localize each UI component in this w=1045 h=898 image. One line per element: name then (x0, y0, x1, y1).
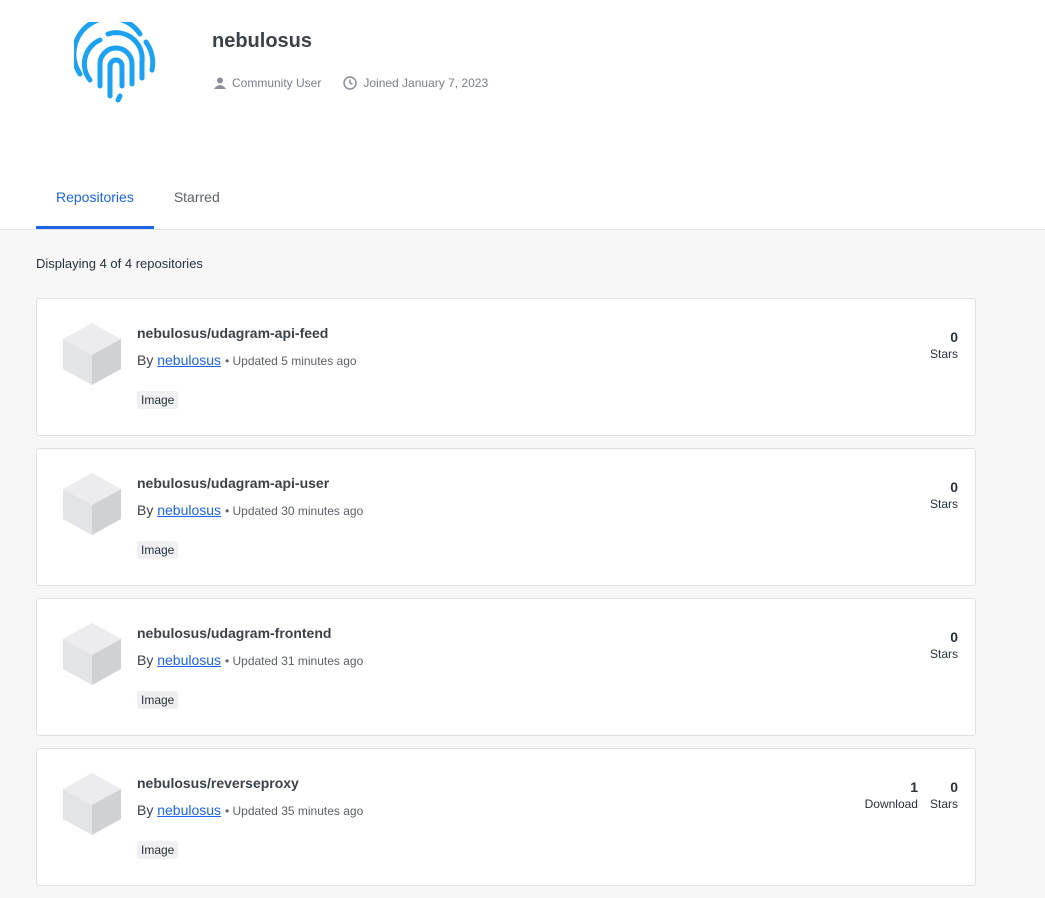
repo-byline: By nebulosus • Updated 35 minutes ago (137, 802, 364, 818)
tabs: Repositories Starred (36, 171, 240, 229)
repo-name[interactable]: nebulosus/reverseproxy (137, 775, 299, 791)
owner-link[interactable]: nebulosus (157, 352, 221, 368)
repo-name[interactable]: nebulosus/udagram-frontend (137, 625, 331, 641)
owner-link[interactable]: nebulosus (157, 802, 221, 818)
clock-icon (343, 76, 358, 90)
username: nebulosus (212, 30, 313, 52)
stars-stat: 0 Stars (929, 329, 958, 361)
repo-card[interactable]: nebulosus/udagram-api-user By nebulosus … (36, 448, 976, 586)
cube-icon (63, 473, 121, 535)
repo-card[interactable]: nebulosus/udagram-api-feed By nebulosus … (36, 298, 976, 436)
stars-stat: 0 Stars (929, 479, 958, 511)
joined-date: Joined January 7, 2023 (343, 76, 488, 90)
owner-link[interactable]: nebulosus (157, 502, 221, 518)
type-badge: Image (137, 691, 179, 709)
user-icon (214, 77, 226, 89)
stars-stat: 0 Stars (929, 629, 958, 661)
repo-byline: By nebulosus • Updated 31 minutes ago (137, 652, 364, 668)
stars-stat: 0 Stars (929, 779, 958, 811)
tab-repositories[interactable]: Repositories (36, 171, 154, 229)
fingerprint-avatar-icon (74, 22, 156, 103)
type-badge: Image (137, 391, 179, 409)
repo-name[interactable]: nebulosus/udagram-api-feed (137, 325, 328, 341)
repo-card[interactable]: nebulosus/udagram-frontend By nebulosus … (36, 598, 976, 736)
repo-byline: By nebulosus • Updated 30 minutes ago (137, 502, 364, 518)
repo-byline: By nebulosus • Updated 5 minutes ago (137, 352, 357, 368)
cube-icon (63, 323, 121, 385)
repo-card[interactable]: nebulosus/reverseproxy By nebulosus • Up… (36, 748, 976, 886)
cube-icon (63, 773, 121, 835)
profile-header: nebulosus Community User Joined January … (0, 0, 1045, 230)
repo-list: nebulosus/udagram-api-feed By nebulosus … (36, 298, 976, 898)
type-badge: Image (137, 541, 179, 559)
tab-starred[interactable]: Starred (154, 171, 240, 229)
downloads-stat: 1 Download (864, 779, 918, 811)
type-badge: Image (137, 841, 179, 859)
repo-count: Displaying 4 of 4 repositories (36, 256, 203, 271)
role: Community User (214, 76, 321, 90)
owner-link[interactable]: nebulosus (157, 652, 221, 668)
repo-name[interactable]: nebulosus/udagram-api-user (137, 475, 329, 491)
cube-icon (63, 623, 121, 685)
